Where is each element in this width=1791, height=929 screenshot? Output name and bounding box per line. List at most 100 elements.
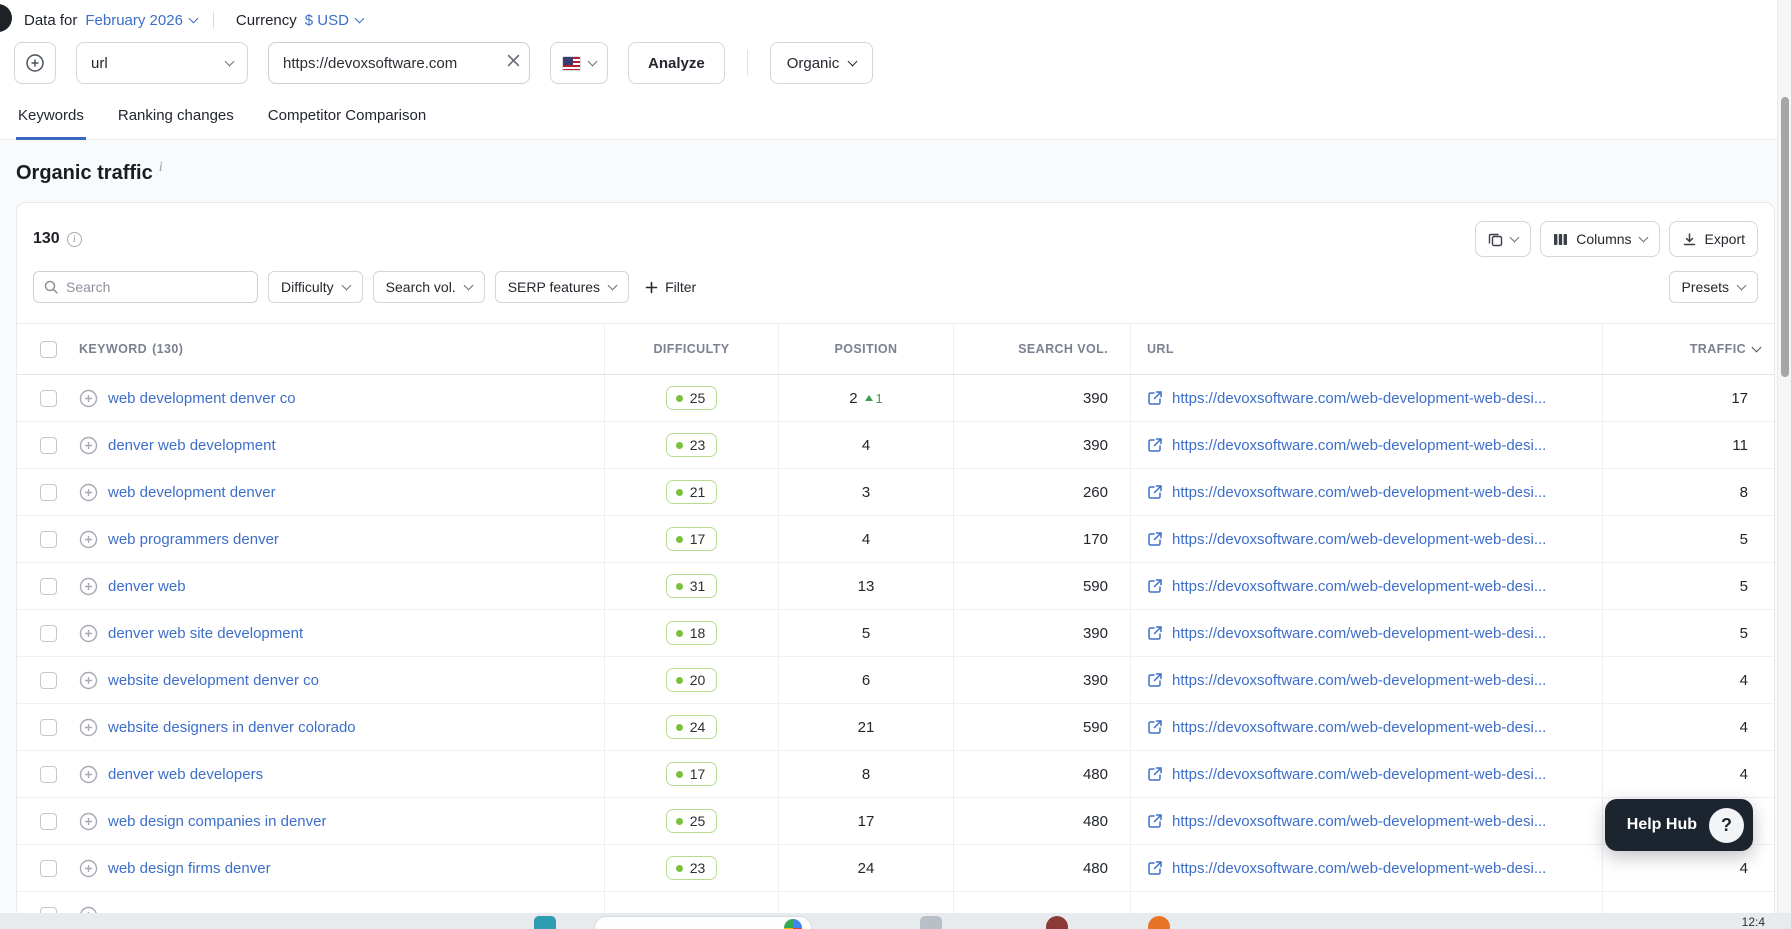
tab-ranking-changes[interactable]: Ranking changes: [116, 94, 236, 140]
circle-plus-icon[interactable]: [79, 483, 98, 502]
search-type-select[interactable]: url: [76, 42, 248, 84]
keyword-link[interactable]: web development denver: [108, 484, 276, 501]
difficulty-dot-icon: [675, 488, 683, 496]
external-link-icon[interactable]: [1147, 719, 1163, 735]
header-difficulty[interactable]: Difficulty: [604, 324, 778, 374]
info-icon[interactable]: i: [66, 231, 82, 247]
external-link-icon[interactable]: [1147, 484, 1163, 500]
difficulty-value: 24: [689, 719, 706, 735]
add-query-button[interactable]: [14, 42, 56, 84]
columns-button[interactable]: Columns: [1540, 221, 1660, 257]
url-link[interactable]: https://devoxsoftware.com/web-developmen…: [1172, 437, 1546, 454]
header-keyword[interactable]: Keyword (130): [79, 324, 604, 374]
circle-plus-icon[interactable]: [79, 577, 98, 596]
external-link-icon[interactable]: [1147, 766, 1163, 782]
row-checkbox[interactable]: [39, 624, 57, 642]
period-dropdown[interactable]: February 2026: [85, 12, 199, 29]
row-checkbox[interactable]: [39, 436, 57, 454]
external-link-icon[interactable]: [1147, 625, 1163, 641]
difficulty-filter[interactable]: Difficulty: [268, 271, 363, 303]
header-traffic[interactable]: Traffic: [1602, 324, 1774, 374]
help-hub-button[interactable]: Help Hub ?: [1604, 799, 1753, 851]
chevron-down-icon: [224, 56, 235, 67]
info-icon[interactable]: i: [159, 161, 163, 175]
app-logo[interactable]: [0, 4, 12, 32]
tab-competitor-comparison[interactable]: Competitor Comparison: [266, 94, 428, 140]
circle-plus-icon[interactable]: [79, 389, 98, 408]
keyword-link[interactable]: denver web developers: [108, 766, 263, 783]
export-button[interactable]: Export: [1668, 221, 1758, 257]
url-link[interactable]: https://devoxsoftware.com/web-developmen…: [1172, 578, 1546, 595]
scrollbar-thumb[interactable]: [1781, 97, 1789, 377]
url-link[interactable]: https://devoxsoftware.com/web-developmen…: [1172, 672, 1546, 689]
circle-plus-icon[interactable]: [79, 530, 98, 549]
row-checkbox[interactable]: [39, 859, 57, 877]
row-checkbox[interactable]: [39, 389, 57, 407]
url-link[interactable]: https://devoxsoftware.com/web-developmen…: [1172, 625, 1546, 642]
header-search-vol[interactable]: Search vol.: [953, 324, 1130, 374]
taskbar-app-icon[interactable]: [1148, 916, 1170, 929]
taskbar-avatar-icon[interactable]: [1046, 916, 1068, 929]
serp-features-filter[interactable]: SERP features: [494, 271, 630, 303]
external-link-icon[interactable]: [1147, 578, 1163, 594]
taskbar-search-pill[interactable]: [594, 916, 812, 929]
add-filter-button[interactable]: Filter: [645, 279, 696, 295]
copy-view-button[interactable]: [1475, 221, 1532, 257]
external-link-icon[interactable]: [1147, 390, 1163, 406]
taskbar-app-icon[interactable]: [920, 916, 942, 929]
header-url[interactable]: URL: [1130, 324, 1602, 374]
keyword-link[interactable]: denver web site development: [108, 625, 303, 642]
external-link-icon[interactable]: [1147, 672, 1163, 688]
external-link-icon[interactable]: [1147, 813, 1163, 829]
row-checkbox[interactable]: [39, 812, 57, 830]
url-link[interactable]: https://devoxsoftware.com/web-developmen…: [1172, 813, 1546, 830]
currency-dropdown[interactable]: $ USD: [305, 12, 365, 29]
keyword-link[interactable]: web development denver co: [108, 390, 296, 407]
main-content: Organic traffic i 130 i Columns Export S…: [0, 140, 1791, 929]
keyword-link[interactable]: denver web development: [108, 437, 276, 454]
url-link[interactable]: https://devoxsoftware.com/web-developmen…: [1172, 860, 1546, 877]
select-all-checkbox[interactable]: [39, 340, 57, 358]
circle-plus-icon[interactable]: [79, 718, 98, 737]
external-link-icon[interactable]: [1147, 437, 1163, 453]
analyze-button[interactable]: Analyze: [628, 42, 725, 84]
url-link[interactable]: https://devoxsoftware.com/web-developmen…: [1172, 531, 1546, 548]
clear-input-icon[interactable]: [507, 54, 520, 67]
header-position[interactable]: Position: [778, 324, 953, 374]
url-link[interactable]: https://devoxsoftware.com/web-developmen…: [1172, 719, 1546, 736]
circle-plus-icon[interactable]: [79, 765, 98, 784]
search-vol-filter[interactable]: Search vol.: [372, 271, 485, 303]
presets-button[interactable]: Presets: [1668, 271, 1758, 303]
traffic-value: 4: [1602, 704, 1774, 750]
taskbar-app-icon[interactable]: [534, 916, 556, 929]
search-input[interactable]: [66, 279, 247, 295]
circle-plus-icon[interactable]: [79, 859, 98, 878]
keyword-link[interactable]: website development denver co: [108, 672, 319, 689]
keyword-link[interactable]: website designers in denver colorado: [108, 719, 356, 736]
row-checkbox[interactable]: [39, 718, 57, 736]
position-value: 5: [861, 624, 871, 642]
keyword-link[interactable]: denver web: [108, 578, 186, 595]
row-checkbox[interactable]: [39, 577, 57, 595]
traffic-mode-select[interactable]: Organic: [769, 42, 874, 84]
url-link[interactable]: https://devoxsoftware.com/web-developmen…: [1172, 484, 1546, 501]
circle-plus-icon[interactable]: [79, 812, 98, 831]
circle-plus-icon[interactable]: [79, 671, 98, 690]
external-link-icon[interactable]: [1147, 531, 1163, 547]
row-checkbox[interactable]: [39, 765, 57, 783]
circle-plus-icon[interactable]: [79, 436, 98, 455]
url-input[interactable]: [268, 42, 530, 84]
keyword-link[interactable]: web design firms denver: [108, 860, 271, 877]
row-checkbox[interactable]: [39, 671, 57, 689]
keyword-link[interactable]: web programmers denver: [108, 531, 279, 548]
tab-keywords[interactable]: Keywords: [16, 94, 86, 140]
url-link[interactable]: https://devoxsoftware.com/web-developmen…: [1172, 766, 1546, 783]
row-checkbox[interactable]: [39, 483, 57, 501]
page-scrollbar[interactable]: [1777, 0, 1791, 929]
url-link[interactable]: https://devoxsoftware.com/web-developmen…: [1172, 390, 1546, 407]
circle-plus-icon[interactable]: [79, 624, 98, 643]
row-checkbox[interactable]: [39, 530, 57, 548]
keyword-link[interactable]: web design companies in denver: [108, 813, 326, 830]
external-link-icon[interactable]: [1147, 860, 1163, 876]
region-select[interactable]: [550, 42, 608, 84]
